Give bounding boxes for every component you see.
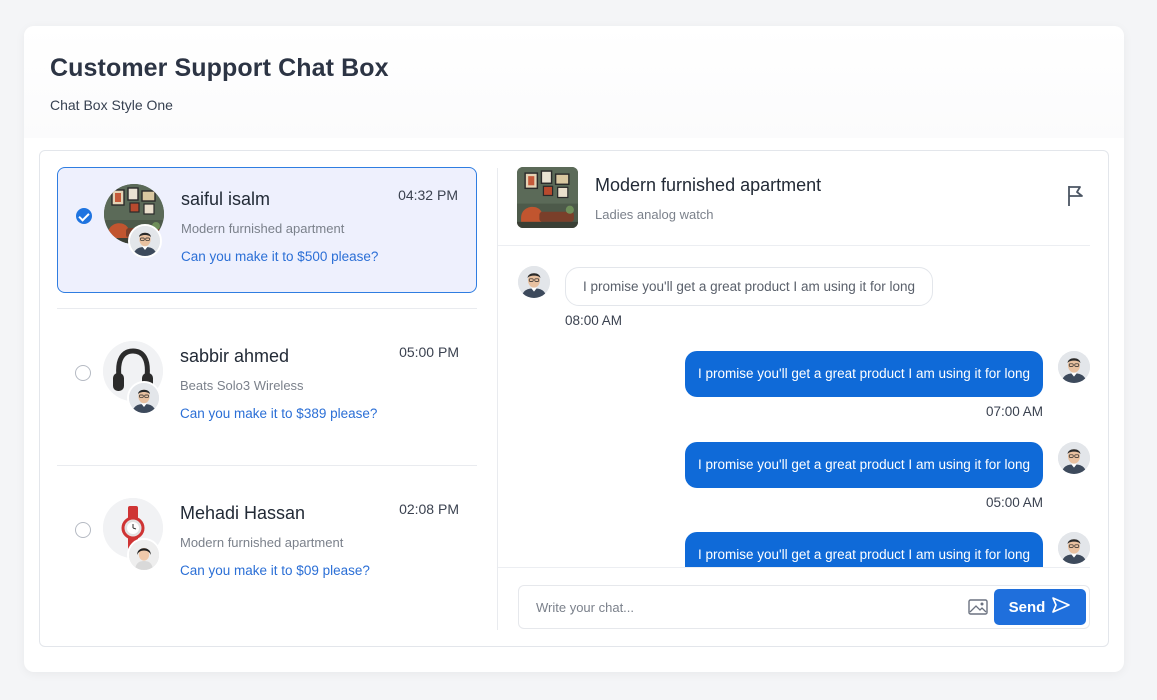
- send-label: Send: [1008, 598, 1046, 616]
- avatar: [1058, 532, 1090, 564]
- message-time: 08:00 AM: [565, 313, 623, 328]
- avatar: [127, 538, 161, 572]
- chat-product-thumbnail: [517, 167, 578, 228]
- list-divider: [57, 308, 477, 309]
- conversation-product: Beats Solo3 Wireless: [180, 378, 304, 393]
- chat-card: Customer Support Chat Box Chat Box Style…: [24, 26, 1124, 672]
- chat-input[interactable]: [520, 587, 950, 627]
- avatar: [128, 224, 162, 258]
- image-icon[interactable]: [967, 597, 989, 617]
- radio-button[interactable]: [75, 522, 91, 538]
- page-title: Customer Support Chat Box: [50, 54, 389, 82]
- chat-box: saiful isalm 04:32 PM Modern furnished a…: [39, 150, 1109, 647]
- card-header: Customer Support Chat Box Chat Box Style…: [24, 26, 1124, 138]
- page-subtitle: Chat Box Style One: [50, 97, 173, 113]
- avatar: [1058, 351, 1090, 383]
- chat-title: Modern furnished apartment: [595, 175, 822, 195]
- conversation-last-message: Can you make it to $09 please?: [180, 563, 370, 578]
- chat-subtitle: Ladies analog watch: [595, 207, 714, 222]
- conversation-item-mehadi[interactable]: Mehadi Hassan 02:08 PM Modern furnished …: [57, 482, 477, 608]
- selected-check-icon[interactable]: [76, 208, 92, 224]
- message-time: 07:00 AM: [985, 404, 1043, 419]
- send-button[interactable]: Send: [994, 589, 1086, 625]
- radio-button[interactable]: [75, 365, 91, 381]
- flag-icon[interactable]: [1064, 183, 1088, 209]
- send-icon: [1051, 596, 1071, 618]
- conversation-time: 02:08 PM: [399, 501, 459, 517]
- avatar: [127, 381, 161, 415]
- conversation-product: Modern furnished apartment: [181, 221, 345, 236]
- message-time: 05:00 AM: [985, 495, 1043, 510]
- conversation-name: saiful isalm: [181, 189, 271, 209]
- conversation-last-message: Can you make it to $389 please?: [180, 406, 378, 421]
- conversation-time: 04:32 PM: [398, 187, 458, 203]
- outgoing-message: I promise you'll get a great product I a…: [685, 442, 1043, 488]
- avatar: [518, 266, 550, 298]
- conversation-last-message: Can you make it to $500 please?: [181, 249, 379, 264]
- composer: Send: [518, 585, 1090, 629]
- message-list: I promise you'll get a great product I a…: [498, 246, 1090, 567]
- conversation-time: 05:00 PM: [399, 344, 459, 360]
- composer-divider: [498, 567, 1090, 568]
- list-divider: [57, 465, 477, 466]
- conversation-product: Modern furnished apartment: [180, 535, 344, 550]
- incoming-message: I promise you'll get a great product I a…: [565, 267, 933, 306]
- conversation-name: sabbir ahmed: [180, 346, 290, 366]
- outgoing-message: I promise you'll get a great product I a…: [685, 532, 1043, 567]
- conversation-item-saiful[interactable]: saiful isalm 04:32 PM Modern furnished a…: [57, 167, 477, 293]
- outgoing-message: I promise you'll get a great product I a…: [685, 351, 1043, 397]
- conversation-name: Mehadi Hassan: [180, 503, 306, 523]
- conversation-item-sabbir[interactable]: sabbir ahmed 05:00 PM Beats Solo3 Wirele…: [57, 325, 477, 451]
- avatar: [1058, 442, 1090, 474]
